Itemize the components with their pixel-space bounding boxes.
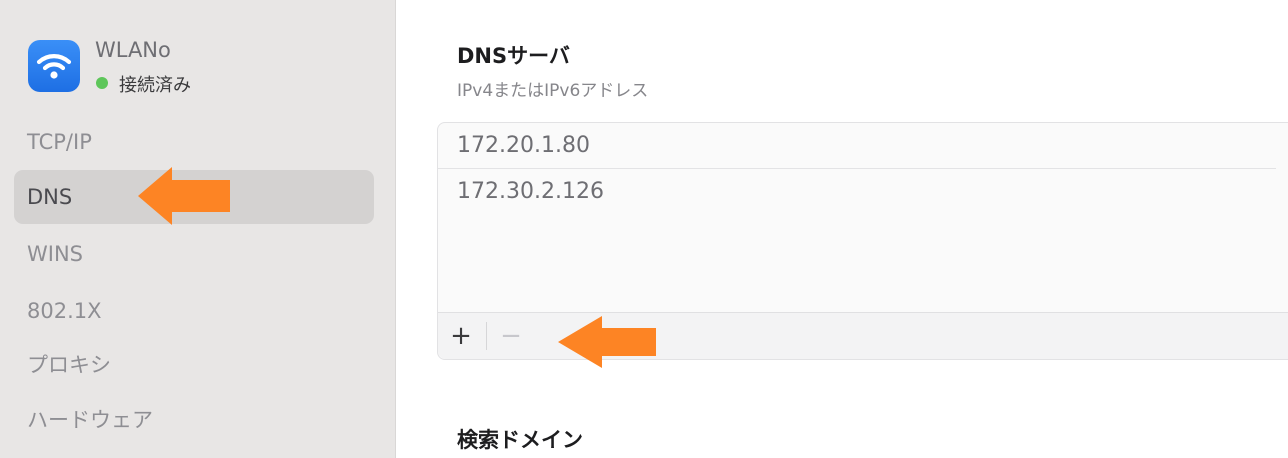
- sidebar-item-label: DNS: [27, 185, 73, 209]
- sidebar-item-tcpip[interactable]: TCP/IP: [14, 115, 374, 169]
- toolbar-divider: [486, 322, 487, 350]
- dns-server-address: 172.30.2.126: [457, 179, 604, 204]
- sidebar: WLANo 接続済み TCP/IP DNS WINS 802.1X プロキシ ハ…: [0, 0, 396, 458]
- sidebar-item-label: 802.1X: [27, 299, 102, 323]
- list-item[interactable]: 172.20.1.80: [438, 123, 1276, 169]
- annotation-arrow-icon: [558, 316, 656, 368]
- search-domains-title: 検索ドメイン: [457, 428, 583, 452]
- main-panel: DNSサーバ IPv4またはIPv6アドレス 172.20.1.80 172.3…: [397, 0, 1288, 458]
- remove-dns-server-button[interactable]: −: [494, 319, 528, 353]
- sidebar-item-label: TCP/IP: [27, 130, 92, 154]
- sidebar-item-8021x[interactable]: 802.1X: [14, 284, 374, 338]
- add-dns-server-button[interactable]: +: [444, 319, 478, 353]
- list-item[interactable]: 172.30.2.126: [438, 169, 1276, 215]
- dns-section-subtitle: IPv4またはIPv6アドレス: [457, 81, 649, 101]
- annotation-arrow-icon: [138, 167, 230, 225]
- status-dot-icon: [96, 77, 108, 89]
- network-name: WLANo: [95, 38, 171, 62]
- sidebar-item-wins[interactable]: WINS: [14, 227, 374, 281]
- wifi-icon: [28, 40, 80, 92]
- network-header: WLANo 接続済み: [28, 38, 368, 96]
- sidebar-item-hardware[interactable]: ハードウェア: [14, 393, 374, 447]
- sidebar-item-label: ハードウェア: [27, 408, 153, 432]
- dns-server-address: 172.20.1.80: [457, 133, 590, 158]
- sidebar-item-label: WINS: [27, 242, 83, 266]
- sidebar-item-label: プロキシ: [27, 353, 111, 377]
- network-status-label: 接続済み: [119, 75, 191, 96]
- dns-section-title: DNSサーバ: [457, 44, 570, 68]
- sidebar-item-proxy[interactable]: プロキシ: [14, 338, 374, 392]
